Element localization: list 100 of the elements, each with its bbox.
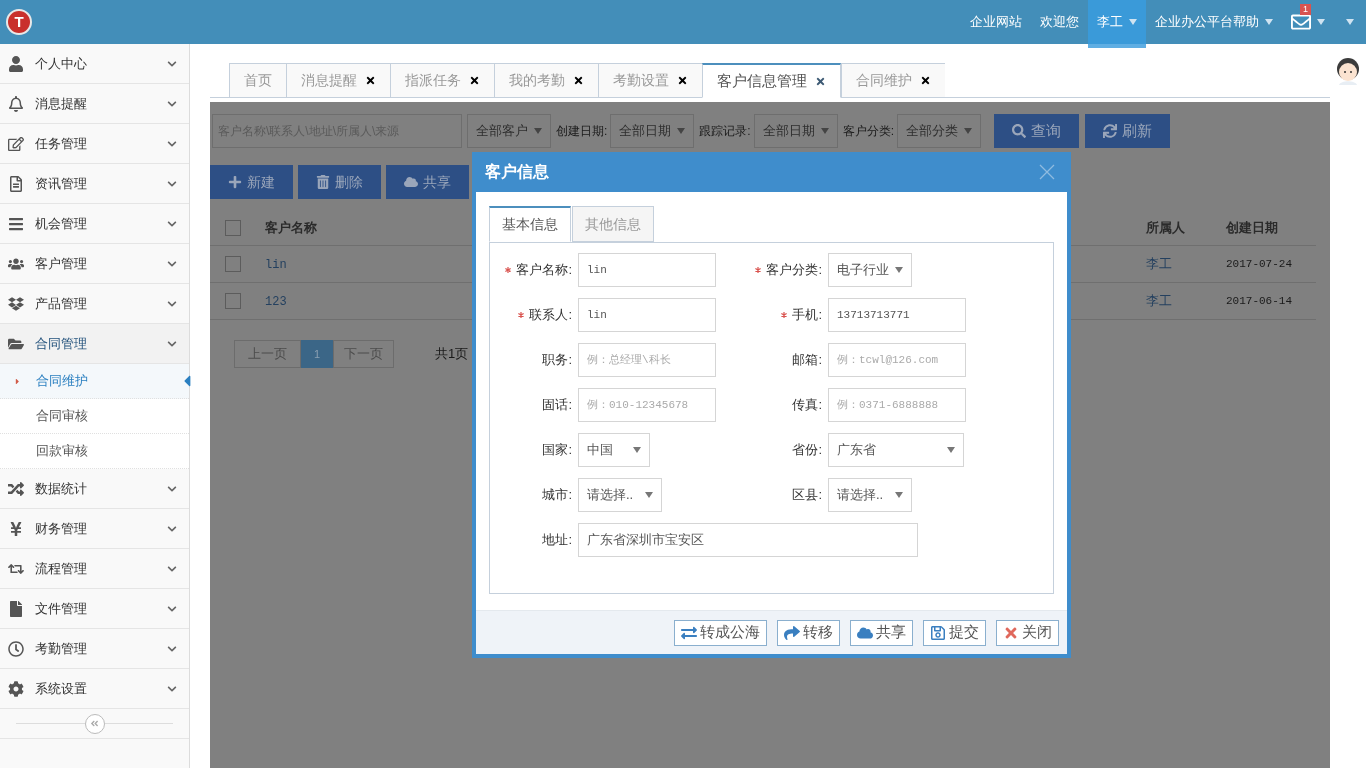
close-icon[interactable] <box>469 75 480 86</box>
page-count: 共1页 <box>435 345 469 364</box>
dropdown-caret-icon <box>820 128 829 134</box>
select-field[interactable]: 电子行业 <box>828 253 912 287</box>
page-tab[interactable]: 客户信息管理 <box>702 63 841 98</box>
logo: T <box>6 9 32 35</box>
filter-select[interactable]: 全部日期 <box>753 114 838 148</box>
dropdown-caret-icon <box>534 128 542 134</box>
sidebar-subitem[interactable]: 回款审核 <box>0 434 189 469</box>
chevron-down-icon <box>167 138 177 149</box>
select-field[interactable]: 广东省 <box>828 433 964 467</box>
input-field[interactable]: 13713713771 <box>828 298 966 332</box>
close-icon[interactable] <box>815 75 826 87</box>
sidebar-subitem[interactable]: 合同维护 <box>0 364 189 399</box>
dropdown-caret-icon <box>1129 19 1137 25</box>
row-checkbox[interactable] <box>225 256 241 272</box>
column-header: 创建日期 <box>1226 218 1279 237</box>
dropdown-caret-icon <box>964 128 973 134</box>
close-icon[interactable] <box>573 75 584 86</box>
input-field[interactable]: lin <box>578 298 716 332</box>
chevron-down-icon <box>167 603 177 614</box>
document-icon <box>8 175 24 192</box>
file-icon <box>8 600 24 617</box>
clock-icon <box>8 640 24 657</box>
field-label: 传真: <box>792 396 822 415</box>
filter-label: 跟踪记录: <box>699 123 751 140</box>
field-label: 国家: <box>542 441 572 460</box>
filter-select[interactable]: 全部客户 <box>467 114 551 148</box>
dropdown-caret-icon <box>677 128 686 134</box>
field-label: 城市: <box>542 486 572 505</box>
column-header: 客户名称 <box>265 219 317 235</box>
top-nav-item[interactable]: 企业办公平台帮助 <box>1146 0 1282 44</box>
field-label: 区县: <box>792 486 822 505</box>
chevron-down-icon <box>167 58 177 69</box>
shuffle-icon <box>8 480 24 497</box>
dropdown-caret-icon <box>633 447 641 453</box>
dialog-title: 客户信息 <box>485 162 549 182</box>
field-label: 职务: <box>542 351 572 370</box>
dialog-button[interactable]: 共享 <box>850 619 913 646</box>
notification-badge: 1 <box>1300 4 1311 15</box>
dropdown-caret-icon <box>1346 19 1354 25</box>
share-icon <box>784 624 800 641</box>
chevron-down-icon <box>167 298 177 309</box>
chevron-down-icon <box>167 483 177 494</box>
input-field[interactable]: 例：010-12345678 <box>578 388 716 422</box>
edit-icon <box>8 135 24 152</box>
filter-label: 创建日期: <box>556 123 608 140</box>
close-icon[interactable] <box>920 75 931 86</box>
input-field[interactable]: 例：0371-6888888 <box>828 388 966 422</box>
menu-icon <box>8 215 24 232</box>
dialog-button[interactable]: 关闭 <box>996 619 1059 646</box>
dialog-button[interactable]: 提交 <box>923 619 986 646</box>
chevron-down-icon <box>167 258 177 269</box>
caret-right-icon <box>13 376 22 386</box>
chevron-down-icon <box>167 178 177 189</box>
select-all-checkbox[interactable] <box>225 219 241 236</box>
dialog-button[interactable]: 转成公海 <box>674 619 767 646</box>
select-field[interactable]: 中国 <box>578 433 650 467</box>
chevron-down-icon <box>167 218 177 229</box>
sidebar-subitem[interactable]: 合同审核 <box>0 399 189 434</box>
chevron-down-icon <box>167 98 177 109</box>
exchange-icon <box>681 624 697 641</box>
dropdown-caret-icon <box>895 492 903 498</box>
dropdown-caret-icon <box>1265 19 1273 25</box>
field-label: 地址: <box>542 531 572 550</box>
dialog-button[interactable]: 转移 <box>777 619 840 646</box>
plus-icon <box>228 175 242 189</box>
close-icon[interactable] <box>365 75 376 86</box>
settings-icon <box>8 680 24 697</box>
close-icon[interactable] <box>677 75 688 86</box>
bell-icon <box>8 95 24 112</box>
dialog-tab[interactable]: 基本信息 <box>489 206 571 242</box>
save-icon <box>930 624 946 641</box>
double-chevron-left-icon <box>90 719 99 728</box>
refresh-icon <box>1103 124 1118 138</box>
column-header: 所属人 <box>1146 218 1186 237</box>
input-field[interactable]: 例：tcwl@126.com <box>828 343 966 377</box>
row-checkbox[interactable] <box>225 293 241 309</box>
chevron-down-icon <box>167 563 177 574</box>
table-cell-text: 2017-06-14 <box>1226 293 1293 309</box>
field-label: 客户分类: <box>766 261 822 280</box>
trash-icon <box>316 175 330 189</box>
input-field[interactable]: 例：总经理\科长 <box>578 343 716 377</box>
sidebar-item[interactable]: 合同管理 <box>0 324 189 364</box>
dropdown-caret-icon <box>947 447 955 453</box>
dropdown-caret-icon <box>645 492 653 498</box>
filter-select[interactable]: 全部日期 <box>610 114 695 148</box>
top-nav-item[interactable]: 企业网站 <box>961 0 1031 44</box>
dropdown-caret-icon <box>1317 19 1325 25</box>
mail-button[interactable]: 1 <box>1282 0 1334 44</box>
chevron-down-icon <box>167 683 177 694</box>
input-field[interactable]: lin <box>578 253 716 287</box>
filter-select[interactable]: 全部分类 <box>897 114 982 148</box>
select-field[interactable]: 请选择.. <box>828 478 912 512</box>
select-field[interactable]: 请选择.. <box>578 478 662 512</box>
top-nav-item[interactable]: 欢迎您 <box>1031 0 1088 44</box>
cloud-icon <box>857 624 873 641</box>
field-label: 手机: <box>792 306 822 325</box>
field-label: 省份: <box>792 441 822 460</box>
input-field[interactable]: 广东省深圳市宝安区 <box>578 523 918 557</box>
